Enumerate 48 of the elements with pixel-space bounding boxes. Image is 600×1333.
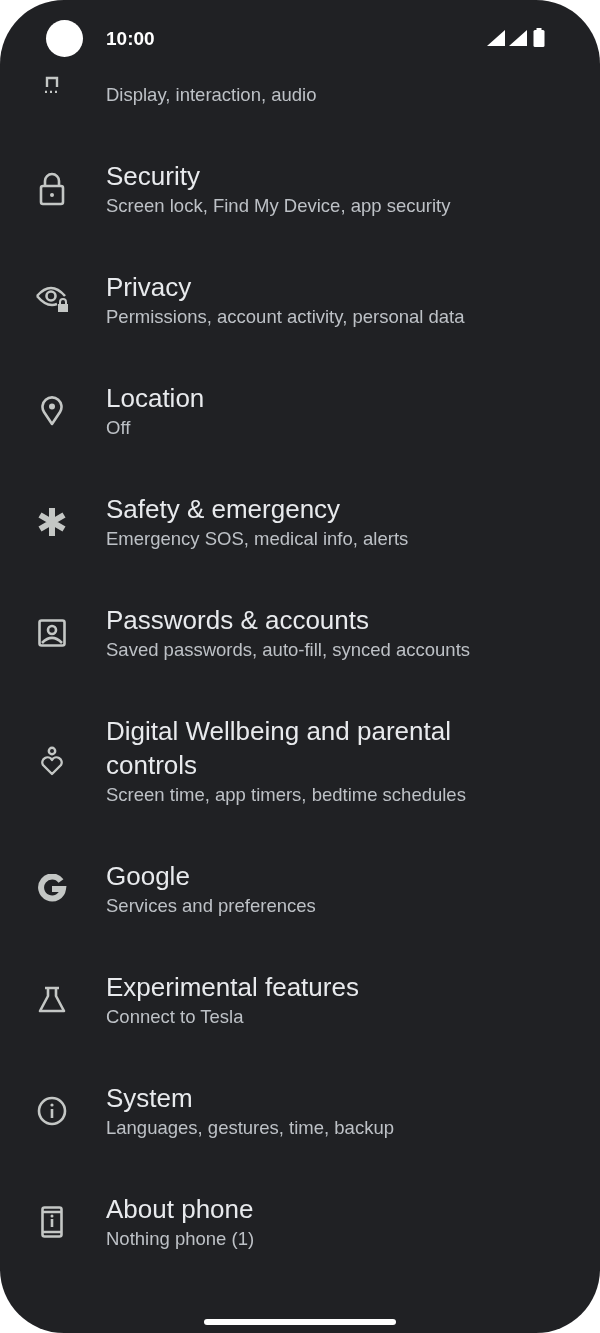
camera-hole (46, 20, 83, 57)
info-icon (36, 1096, 67, 1126)
settings-item[interactable]: About phone Nothing phone (1) (0, 1166, 600, 1277)
item-title: Location (106, 382, 205, 415)
item-subtitle: Connect to Tesla (106, 1005, 245, 1029)
phone-info-icon (40, 1206, 63, 1238)
home-indicator[interactable] (204, 1319, 396, 1325)
signal-icon (509, 30, 529, 46)
item-title: Digital Wellbeing and parental controls (106, 715, 452, 782)
lock-icon (38, 172, 65, 206)
item-title: Privacy (106, 271, 193, 304)
eye-lock-icon (34, 286, 69, 314)
item-subtitle: Services and preferences (106, 894, 316, 918)
item-title: System (106, 1082, 194, 1115)
item-title: Experimental features (106, 971, 359, 1004)
settings-item[interactable]: Location Off (0, 355, 600, 466)
item-subtitle: Emergency SOS, medical info, alerts (106, 527, 409, 551)
settings-item[interactable]: Display, interaction, audio (0, 70, 600, 133)
settings-item[interactable]: Digital Wellbeing and parental controls Screen time, app timers, bedtime schedules (0, 688, 600, 833)
settings-item[interactable]: Google Services and preferences (0, 833, 600, 944)
item-title: Passwords & accounts (106, 604, 370, 637)
settings-item[interactable]: Privacy Permissions, account activity, personal data (0, 244, 600, 355)
settings-item[interactable]: Experimental features Connect to Tesla (0, 944, 600, 1055)
item-subtitle: Languages, gestures, time, backup (106, 1116, 394, 1140)
settings-item[interactable]: System Languages, gestures, time, backup (0, 1055, 600, 1166)
settings-item[interactable]: Passwords & accounts Saved passwords, auto-fill, synced accounts (0, 577, 600, 688)
item-subtitle: Screen time, app timers, bedtime schedules (106, 783, 467, 807)
battery-icon (533, 28, 545, 47)
location-pin-icon (40, 396, 63, 426)
settings-item[interactable]: Security Screen lock, Find My Device, app security (0, 133, 600, 244)
item-subtitle: Nothing phone (1) (106, 1227, 255, 1251)
heart-person-icon (39, 746, 64, 776)
item-title: Safety & emergency (106, 493, 342, 526)
settings-item[interactable]: Safety & emergency Emergency SOS, medical info, alerts (0, 466, 600, 577)
item-title: Security (106, 160, 201, 193)
item-subtitle: Display, interaction, audio (106, 83, 317, 107)
g-logo-icon (36, 874, 67, 904)
item-subtitle: Saved passwords, auto-fill, synced accounts (106, 638, 471, 662)
item-subtitle: Permissions, account activity, personal data (106, 305, 465, 329)
signal-icon (487, 30, 507, 46)
asterisk-icon (36, 507, 67, 537)
account-box-icon (37, 619, 66, 647)
item-subtitle: Off (106, 416, 132, 440)
item-subtitle: Screen lock, Find My Device, app security (106, 194, 451, 218)
flask-icon (37, 986, 66, 1014)
item-title: Google (106, 860, 191, 893)
item-title: About phone (106, 1193, 255, 1226)
status-time: 10:00 (106, 28, 156, 50)
